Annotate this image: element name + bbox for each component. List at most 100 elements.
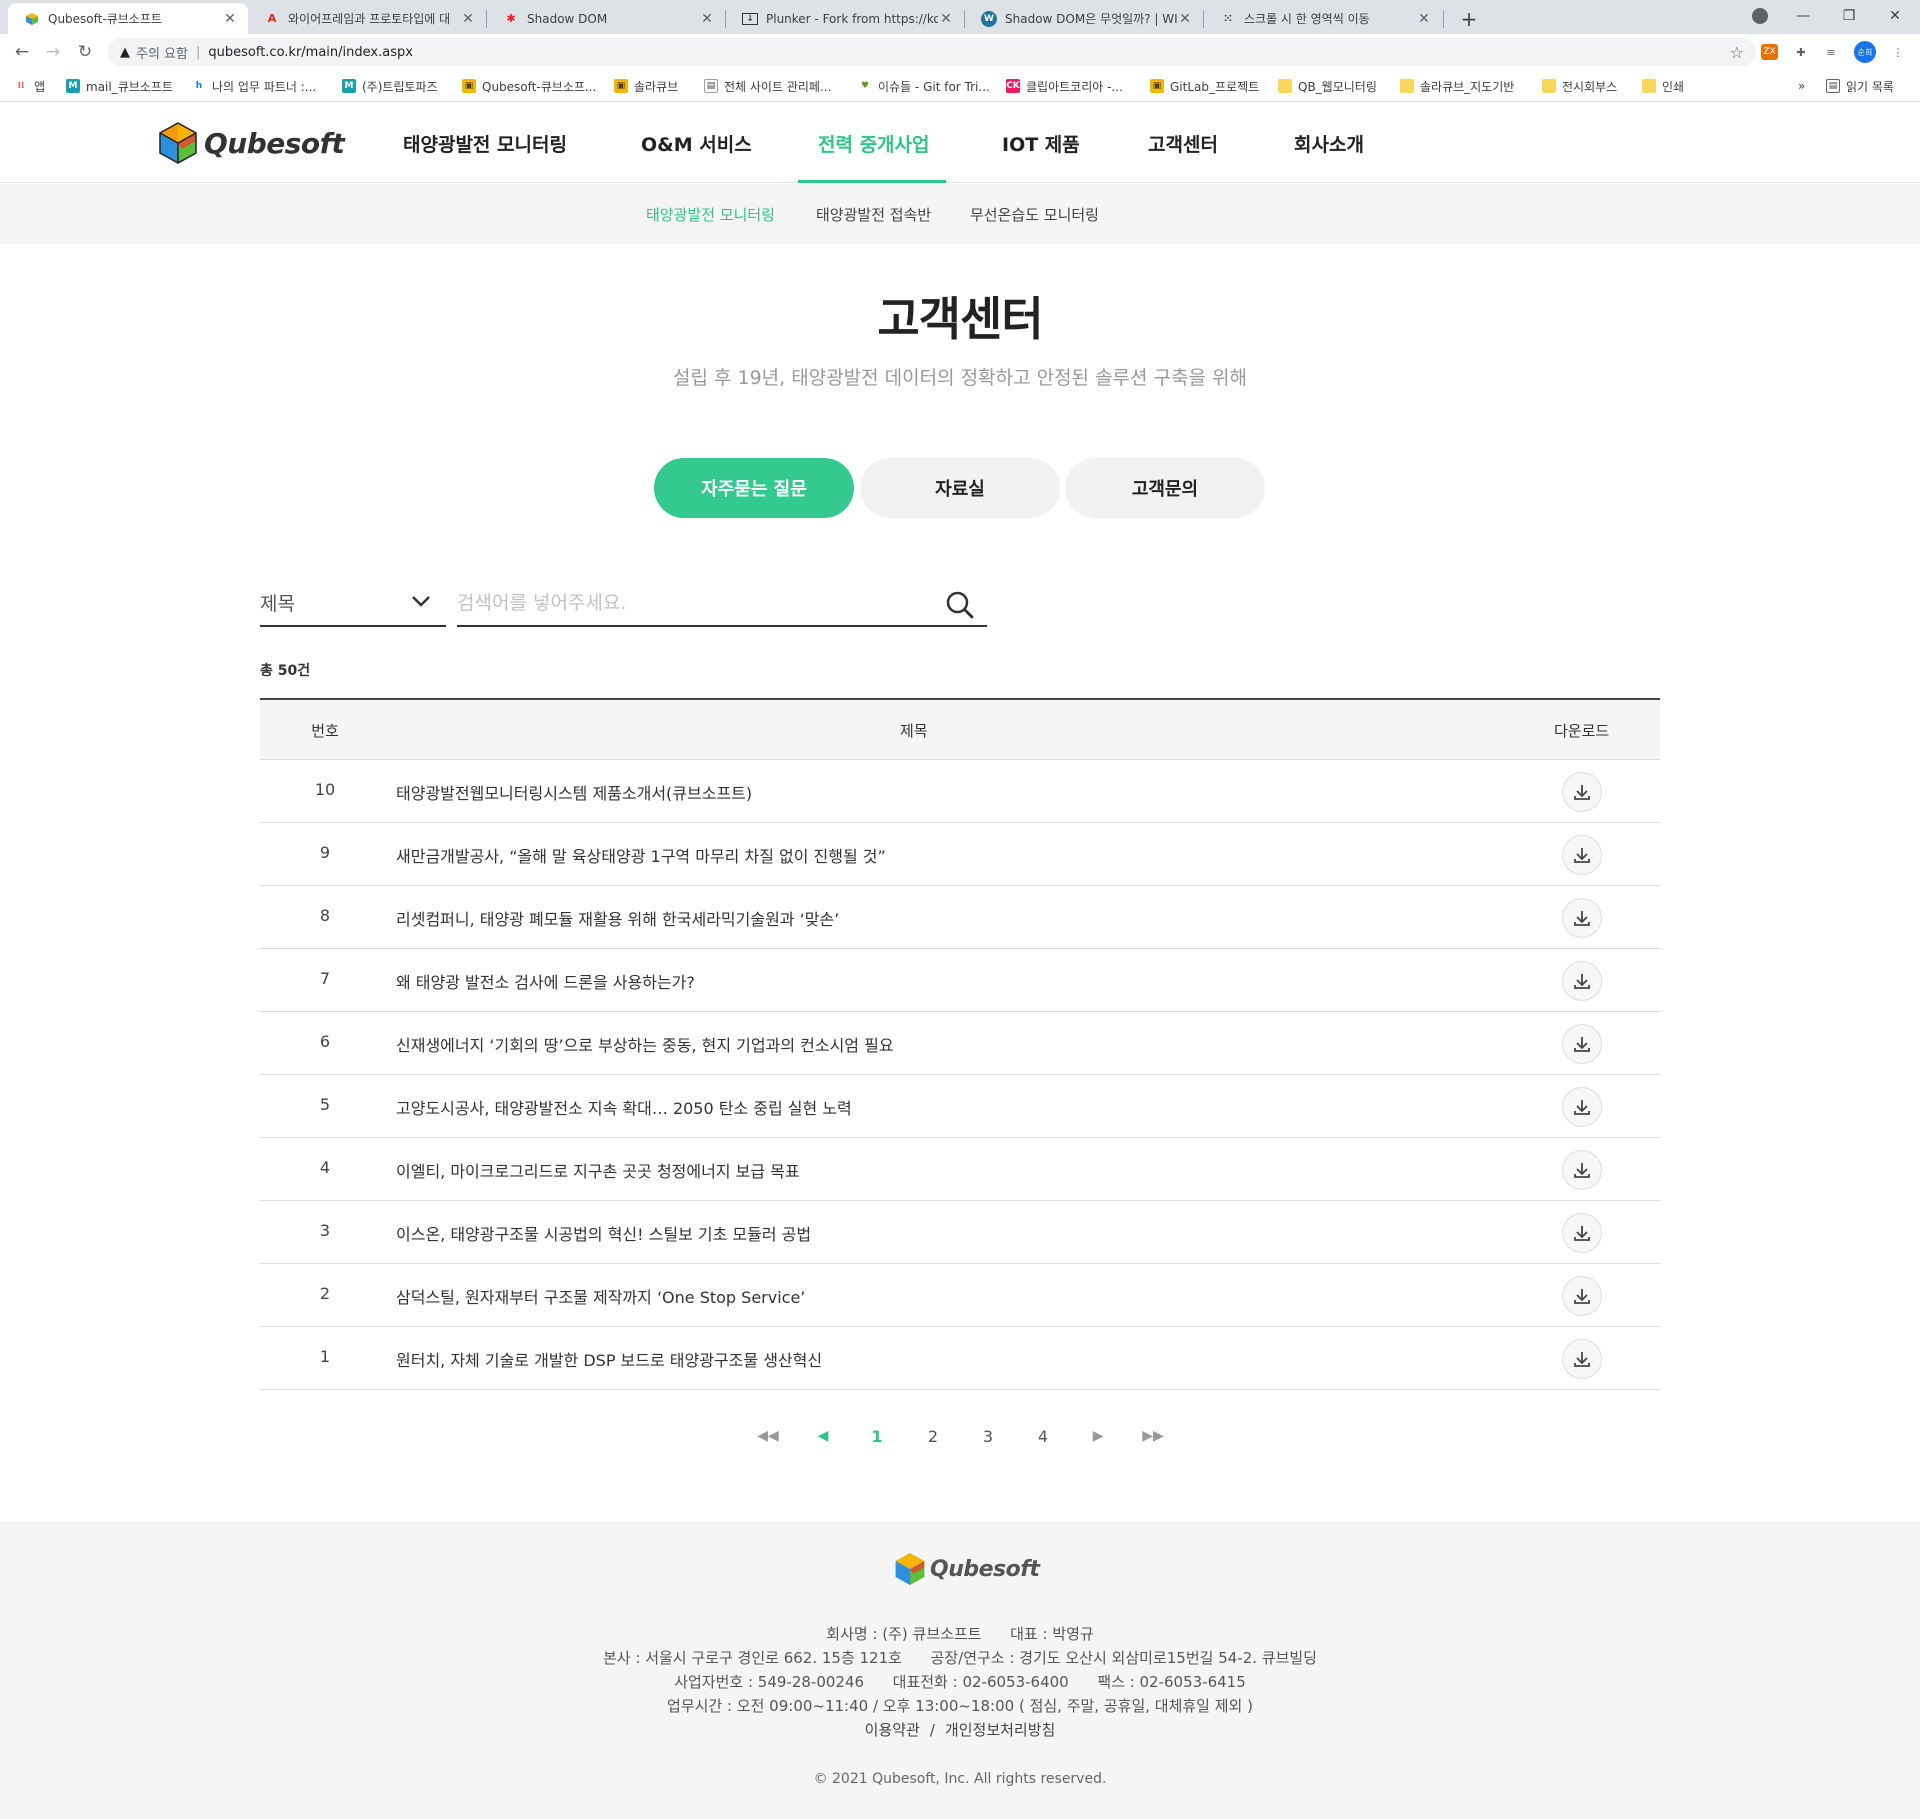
address-bar[interactable]: ▲ 주의 요함 | qubesoft.co.kr/main/index.aspx… bbox=[108, 38, 1756, 66]
nav-power-brokerage[interactable]: 전력 중개사업 bbox=[818, 103, 930, 183]
bookmark-clipart[interactable]: CK 클립아트코리아 -... bbox=[1006, 77, 1123, 95]
next-page-button[interactable]: ▶ bbox=[1083, 1424, 1113, 1448]
table-row[interactable]: 8 리셋컴퍼니, 태양광 폐모듈 재활용 위해 한국세라믹기술원과 ‘맞손’ bbox=[260, 886, 1660, 949]
last-page-button[interactable]: ▶▶ bbox=[1138, 1424, 1168, 1448]
download-button[interactable] bbox=[1562, 1276, 1602, 1316]
bookmark-exhibition[interactable]: 전시회부스 bbox=[1542, 77, 1617, 95]
bookmark-apps[interactable]: ⁞⁞ 앱 bbox=[14, 77, 45, 95]
terms-link[interactable]: 이용약관 bbox=[865, 1721, 920, 1739]
search-icon[interactable] bbox=[945, 590, 975, 620]
bookmark-solarcube-map[interactable]: 솔라큐브_지도기반 bbox=[1400, 77, 1514, 95]
download-button[interactable] bbox=[1562, 1213, 1602, 1253]
tab-resources[interactable]: 자료실 bbox=[860, 458, 1060, 518]
puzzle-icon[interactable]: ✚ bbox=[1791, 42, 1811, 62]
restore-button[interactable]: ❐ bbox=[1826, 2, 1872, 30]
table-row[interactable]: 10 태양광발전웹모니터링시스템 제품소개서(큐브소프트) bbox=[260, 760, 1660, 823]
page-1[interactable]: 1 bbox=[862, 1424, 892, 1448]
close-icon[interactable]: ✕ bbox=[699, 11, 715, 27]
table-row[interactable]: 3 이스온, 태양광구조물 시공법의 혁신! 스틸보 기초 모듈러 공법 bbox=[260, 1201, 1660, 1264]
table-row[interactable]: 6 신재생에너지 ‘기회의 땅’으로 부상하는 중동, 현지 기업과의 컨소시엄 … bbox=[260, 1012, 1660, 1075]
row-title-link[interactable]: 원터치, 자체 기술로 개발한 DSP 보드로 태양광구조물 생산혁신 bbox=[396, 1347, 822, 1371]
search-input[interactable] bbox=[457, 591, 927, 614]
bookmark-git-issues[interactable]: ♥ 이슈들 - Git for Tri... bbox=[858, 77, 990, 95]
privacy-policy-link[interactable]: 개인정보처리방침 bbox=[945, 1721, 1055, 1739]
bookmark-star-icon[interactable]: ☆ bbox=[1730, 43, 1744, 62]
row-title-link[interactable]: 새만금개발공사, “올해 말 육상태양광 1구역 마무리 차질 없이 진행될 것… bbox=[396, 843, 886, 867]
prev-page-button[interactable]: ◀ bbox=[808, 1424, 838, 1448]
bookmark-site-admin[interactable]: ▤ 전체 사이트 관리페... bbox=[704, 77, 831, 95]
table-row[interactable]: 4 이엘티, 마이크로그리드로 지구촌 곳곳 청정에너지 보급 목표 bbox=[260, 1138, 1660, 1201]
close-icon[interactable]: ✕ bbox=[1177, 11, 1193, 27]
table-row[interactable]: 7 왜 태양광 발전소 검사에 드론을 사용하는가? bbox=[260, 949, 1660, 1012]
row-title-link[interactable]: 고양도시공사, 태양광발전소 지속 확대… 2050 탄소 중립 실현 노력 bbox=[396, 1095, 852, 1119]
nav-solar-monitoring[interactable]: 태양광발전 모니터링 bbox=[403, 103, 567, 183]
row-title-link[interactable]: 삼덕스틸, 원자재부터 구조물 제작까지 ‘One Stop Service’ bbox=[396, 1284, 805, 1308]
forward-button[interactable]: → bbox=[41, 40, 65, 64]
browser-tab-shadow-dom[interactable]: ✱ Shadow DOM ✕ bbox=[487, 3, 725, 34]
site-logo[interactable]: Qubesoft bbox=[158, 121, 345, 165]
download-button[interactable] bbox=[1562, 835, 1602, 875]
download-button[interactable] bbox=[1562, 898, 1602, 938]
subnav-wireless-humidity[interactable]: 무선온습도 모니터링 bbox=[970, 204, 1099, 225]
avatar[interactable]: 순희 bbox=[1854, 41, 1876, 63]
reload-button[interactable]: ↻ bbox=[73, 40, 97, 64]
folder-icon bbox=[1542, 79, 1556, 93]
nav-om-service[interactable]: O&M 서비스 bbox=[641, 103, 752, 183]
close-icon[interactable]: ✕ bbox=[1416, 11, 1432, 27]
row-title-link[interactable]: 리셋컴퍼니, 태양광 폐모듈 재활용 위해 한국세라믹기술원과 ‘맞손’ bbox=[396, 906, 839, 930]
download-button[interactable] bbox=[1562, 1087, 1602, 1127]
extension-icon[interactable]: ZX bbox=[1761, 44, 1778, 60]
page-4[interactable]: 4 bbox=[1028, 1424, 1058, 1448]
row-title-link[interactable]: 왜 태양광 발전소 검사에 드론을 사용하는가? bbox=[396, 969, 695, 993]
bookmark-qb-web[interactable]: QB_웹모니터링 bbox=[1278, 77, 1377, 95]
close-icon[interactable]: ✕ bbox=[460, 11, 476, 27]
bookmark-mail[interactable]: Mmail_큐브소프트 bbox=[66, 77, 173, 95]
download-button[interactable] bbox=[1562, 1024, 1602, 1064]
subnav-junction-box[interactable]: 태양광발전 접속반 bbox=[816, 204, 931, 225]
first-page-button[interactable]: ◀◀ bbox=[753, 1424, 783, 1448]
bookmark-print[interactable]: 인쇄 bbox=[1642, 77, 1684, 95]
row-title-link[interactable]: 신재생에너지 ‘기회의 땅’으로 부상하는 중동, 현지 기업과의 컨소시엄 필… bbox=[396, 1032, 894, 1056]
table-row[interactable]: 9 새만금개발공사, “올해 말 육상태양광 1구역 마무리 차질 없이 진행될 … bbox=[260, 823, 1660, 886]
page-3[interactable]: 3 bbox=[973, 1424, 1003, 1448]
bookmark-partner[interactable]: h 나의 업무 파트너 :... bbox=[192, 77, 316, 95]
media-control-icon[interactable]: ≡ bbox=[1821, 42, 1841, 62]
download-button[interactable] bbox=[1562, 772, 1602, 812]
row-title-link[interactable]: 이스온, 태양광구조물 시공법의 혁신! 스틸보 기초 모듈러 공법 bbox=[396, 1221, 811, 1245]
download-button[interactable] bbox=[1562, 1339, 1602, 1379]
table-row[interactable]: 2 삼덕스틸, 원자재부터 구조물 제작까지 ‘One Stop Service’ bbox=[260, 1264, 1660, 1327]
new-tab-button[interactable]: + bbox=[1455, 5, 1483, 33]
menu-icon[interactable]: ⋮ bbox=[1888, 42, 1908, 62]
minimize-button[interactable]: — bbox=[1780, 2, 1826, 30]
tab-search-icon[interactable] bbox=[1752, 8, 1768, 24]
close-icon[interactable]: ✕ bbox=[938, 11, 954, 27]
page-2[interactable]: 2 bbox=[918, 1424, 948, 1448]
bookmarks-more-button[interactable]: » bbox=[1798, 77, 1805, 95]
browser-tab-qubesoft[interactable]: Qubesoft-큐브소프트 ✕ bbox=[8, 3, 248, 34]
row-title-link[interactable]: 이엘티, 마이크로그리드로 지구촌 곳곳 청정에너지 보급 목표 bbox=[396, 1158, 800, 1182]
nav-company[interactable]: 회사소개 bbox=[1294, 103, 1364, 183]
table-row[interactable]: 5 고양도시공사, 태양광발전소 지속 확대… 2050 탄소 중립 실현 노력 bbox=[260, 1075, 1660, 1138]
bookmark-solarcube[interactable]: ▣ 솔라큐브 bbox=[614, 77, 678, 95]
reading-list-button[interactable]: ▤ 읽기 목록 bbox=[1826, 77, 1894, 95]
download-button[interactable] bbox=[1562, 1150, 1602, 1190]
window-close-button[interactable]: ✕ bbox=[1872, 2, 1918, 30]
bookmark-qubesoft[interactable]: ▣ Qubesoft-큐브소프... bbox=[462, 77, 596, 95]
tab-faq[interactable]: 자주묻는 질문 bbox=[654, 458, 854, 518]
nav-iot-products[interactable]: IOT 제품 bbox=[1002, 103, 1080, 183]
browser-tab-adobe[interactable]: A 와이어프레임과 프로토타입에 대 ✕ bbox=[248, 3, 486, 34]
bookmark-tryptophan[interactable]: M (주)트립토파즈 bbox=[342, 77, 438, 95]
download-button[interactable] bbox=[1562, 961, 1602, 1001]
table-row[interactable]: 1 원터치, 자체 기술로 개발한 DSP 보드로 태양광구조물 생산혁신 bbox=[260, 1327, 1660, 1390]
browser-tab-scroll[interactable]: ⁙ 스크롤 시 한 영역씩 이동 ✕ bbox=[1204, 3, 1442, 34]
browser-tab-wordpress[interactable]: W Shadow DOM은 무엇일까? | WI ✕ bbox=[965, 3, 1203, 34]
back-button[interactable]: ← bbox=[10, 40, 34, 64]
tab-inquiry[interactable]: 고객문의 bbox=[1065, 458, 1265, 518]
subnav-solar-monitoring[interactable]: 태양광발전 모니터링 bbox=[646, 204, 775, 225]
row-title-link[interactable]: 태양광발전웹모니터링시스템 제품소개서(큐브소프트) bbox=[396, 780, 752, 804]
browser-tab-plunker[interactable]: ↓ Plunker - Fork from https://ko.ja ✕ bbox=[726, 3, 964, 34]
search-field-select[interactable]: 제목 bbox=[260, 580, 446, 627]
close-icon[interactable]: ✕ bbox=[222, 11, 238, 27]
bookmark-gitlab[interactable]: ▣ GitLab_프로젝트 bbox=[1150, 77, 1259, 95]
nav-customer-center[interactable]: 고객센터 bbox=[1148, 103, 1218, 183]
